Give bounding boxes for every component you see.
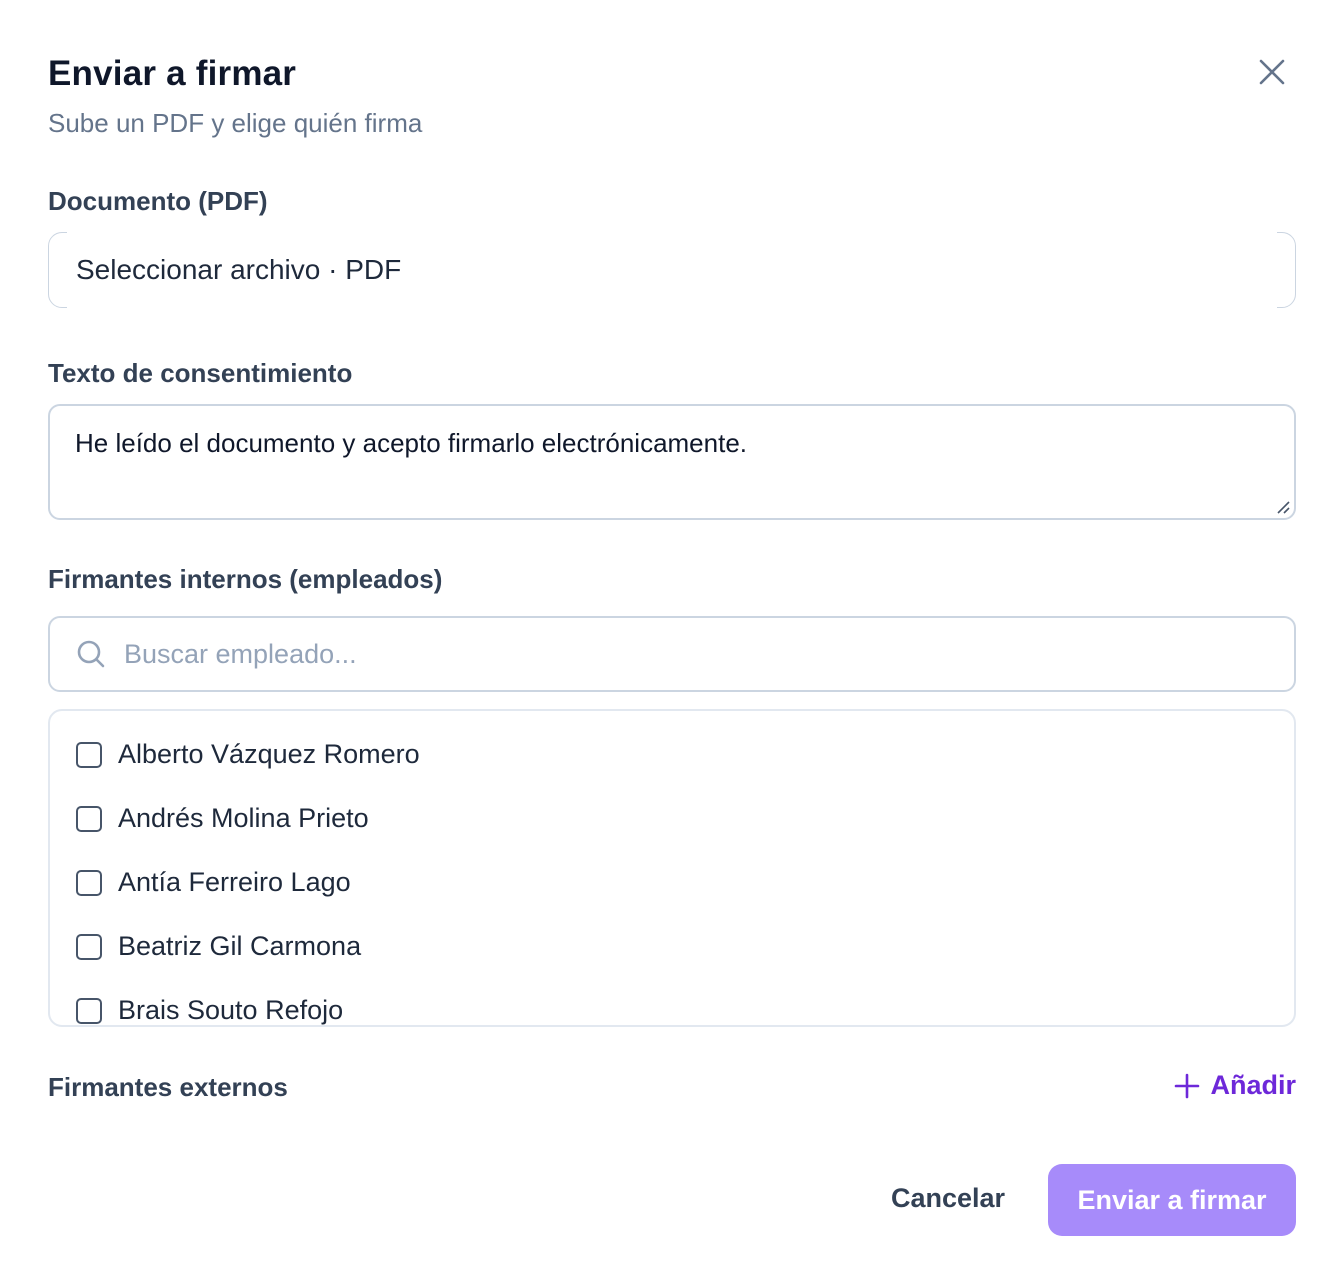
employee-name: Brais Souto Refojo [118, 995, 344, 1025]
file-select-text: Seleccionar archivo · PDF [76, 254, 402, 285]
employee-name: Antía Ferreiro Lago [118, 867, 351, 897]
employee-name: Beatriz Gil Carmona [118, 931, 362, 961]
plus-icon [1175, 1073, 1200, 1098]
employee-checkbox[interactable] [76, 933, 102, 960]
employee-name: Alberto Vázquez Romero [118, 739, 420, 769]
resize-grip-icon[interactable] [1274, 498, 1290, 514]
consent-label: Texto de consentimiento [48, 358, 353, 388]
document-label: Documento (PDF) [48, 186, 268, 216]
employee-list[interactable]: Alberto Vázquez Romero Andrés Molina Pri… [48, 709, 1296, 1027]
employee-name: Andrés Molina Prieto [118, 803, 369, 833]
employee-item[interactable]: Brais Souto Refojo [76, 995, 344, 1025]
send-to-sign-dialog: Enviar a firmar Sube un PDF y elige quié… [0, 0, 1344, 1284]
employee-item[interactable]: Antía Ferreiro Lago [76, 867, 351, 898]
file-select-button[interactable]: Seleccionar archivo · PDF [48, 231, 1296, 309]
employee-item[interactable]: Andrés Molina Prieto [76, 803, 369, 834]
close-icon [1259, 59, 1285, 85]
submit-label: Enviar a firmar [1077, 1184, 1267, 1215]
employee-search [48, 616, 1296, 692]
search-icon [74, 637, 108, 671]
employee-checkbox[interactable] [76, 741, 102, 768]
submit-button[interactable]: Enviar a firmar [1048, 1164, 1296, 1236]
cancel-button[interactable]: Cancelar [891, 1183, 1005, 1214]
add-label: Añadir [1210, 1070, 1296, 1100]
employee-checkbox[interactable] [76, 805, 102, 832]
external-signers-label: Firmantes externos [48, 1072, 288, 1102]
add-external-signer-button[interactable]: Añadir [1174, 1070, 1296, 1101]
employee-item[interactable]: Beatriz Gil Carmona [76, 931, 361, 962]
dialog-title: Enviar a firmar [48, 54, 297, 93]
employee-search-input[interactable] [124, 638, 1224, 670]
consent-textarea[interactable]: He leído el documento y acepto firmarlo … [48, 404, 1296, 520]
employee-checkbox[interactable] [76, 869, 102, 896]
close-button[interactable] [1256, 56, 1288, 88]
internal-signers-label: Firmantes internos (empleados) [48, 564, 443, 594]
dialog-subtitle: Sube un PDF y elige quién firma [48, 108, 423, 138]
consent-text: He leído el documento y acepto firmarlo … [75, 428, 748, 458]
employee-item[interactable]: Alberto Vázquez Romero [76, 739, 420, 770]
employee-checkbox[interactable] [76, 997, 102, 1024]
